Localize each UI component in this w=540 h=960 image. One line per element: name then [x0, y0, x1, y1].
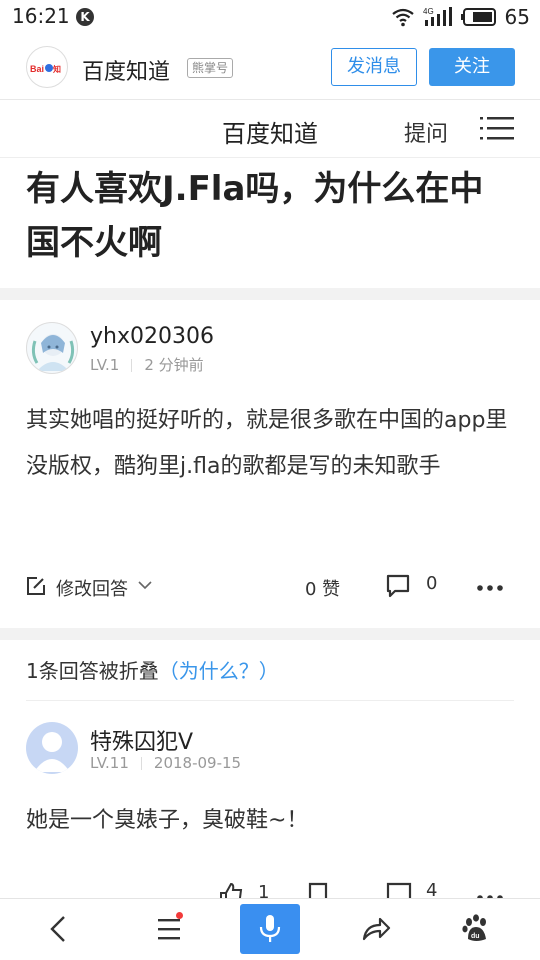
answer-meta: LV.1 2 分钟前	[90, 354, 204, 375]
status-right: 4G 65	[391, 4, 530, 30]
meta-divider	[131, 359, 133, 372]
menu-icon[interactable]	[480, 114, 514, 142]
nav-title: 百度知道	[222, 120, 318, 148]
k-icon: K	[76, 8, 94, 26]
svg-text:Bai: Bai	[30, 64, 44, 74]
answer-time: 2 分钟前	[144, 356, 204, 374]
edit-answer-button[interactable]: 修改回答	[56, 575, 128, 601]
voice-input-button[interactable]	[240, 904, 300, 954]
battery-icon	[460, 8, 496, 26]
answer-meta: LV.11 2018-09-15	[90, 754, 241, 772]
baidu-logo[interactable]: Bai 知	[26, 46, 68, 88]
answer-text: 其实她唱的挺好听的，就是很多歌在中国的app里没版权，酷狗里j.fla的歌都是写…	[26, 408, 508, 479]
status-bar: 16:21 K 4G 65	[0, 0, 540, 34]
user-level: LV.11	[90, 754, 129, 772]
avatar[interactable]	[26, 722, 78, 774]
svg-text:知: 知	[53, 64, 61, 74]
folded-why-link[interactable]: （为什么？）	[159, 659, 279, 683]
bottom-toolbar: du	[0, 898, 540, 960]
notification-dot	[176, 912, 183, 919]
avatar[interactable]	[26, 322, 78, 374]
folded-answers-notice[interactable]: 1条回答被折叠（为什么？）	[26, 655, 279, 684]
meta-divider	[140, 757, 142, 770]
answer-actions: 修改回答 0 赞 0	[0, 568, 540, 608]
edit-icon[interactable]	[26, 576, 46, 596]
account-tag-badge: 熊掌号	[187, 58, 234, 78]
wifi-icon	[391, 8, 414, 27]
question-title: 有人喜欢J.Fla吗，为什么在中国不火啊	[26, 169, 484, 263]
answer-date: 2018-09-15	[153, 754, 242, 772]
follow-button[interactable]: 关注	[429, 48, 515, 86]
more-icon[interactable]	[476, 584, 504, 592]
status-time: 16:21	[12, 4, 70, 28]
user-level: LV.1	[90, 356, 120, 374]
like-count[interactable]: 0 赞	[305, 575, 340, 601]
answer-username[interactable]: 特殊囚犯V	[90, 724, 193, 756]
share-icon[interactable]	[360, 913, 392, 945]
answer-username[interactable]: yhx020306	[90, 324, 214, 349]
send-message-button[interactable]: 发消息	[331, 48, 417, 86]
answer-actions: 1 4	[0, 878, 540, 900]
svg-text:du: du	[471, 933, 480, 940]
answer-text: 她是一个臭婊子，臭破鞋~！	[26, 808, 309, 833]
battery-level: 65	[504, 5, 530, 29]
back-icon[interactable]	[44, 913, 76, 945]
section-divider	[0, 288, 540, 300]
account-name[interactable]: 百度知道	[82, 54, 170, 86]
ask-question-link[interactable]: 提问	[404, 116, 448, 148]
chevron-down-icon[interactable]	[138, 580, 152, 590]
signal-icon: 4G	[423, 7, 452, 26]
section-divider	[0, 628, 540, 640]
divider	[26, 700, 514, 701]
comment-count[interactable]: 0	[426, 573, 437, 594]
paw-icon[interactable]: du	[460, 913, 492, 945]
comment-icon[interactable]	[386, 574, 410, 598]
account-bar: Bai 知 百度知道 熊掌号 发消息 关注	[0, 34, 540, 100]
folded-text: 1条回答被折叠	[26, 659, 159, 683]
network-label: 4G	[423, 7, 434, 16]
nav-header: 百度知道 提问	[0, 100, 540, 158]
comment-count[interactable]: 4	[426, 880, 437, 900]
mic-icon	[259, 915, 281, 942]
